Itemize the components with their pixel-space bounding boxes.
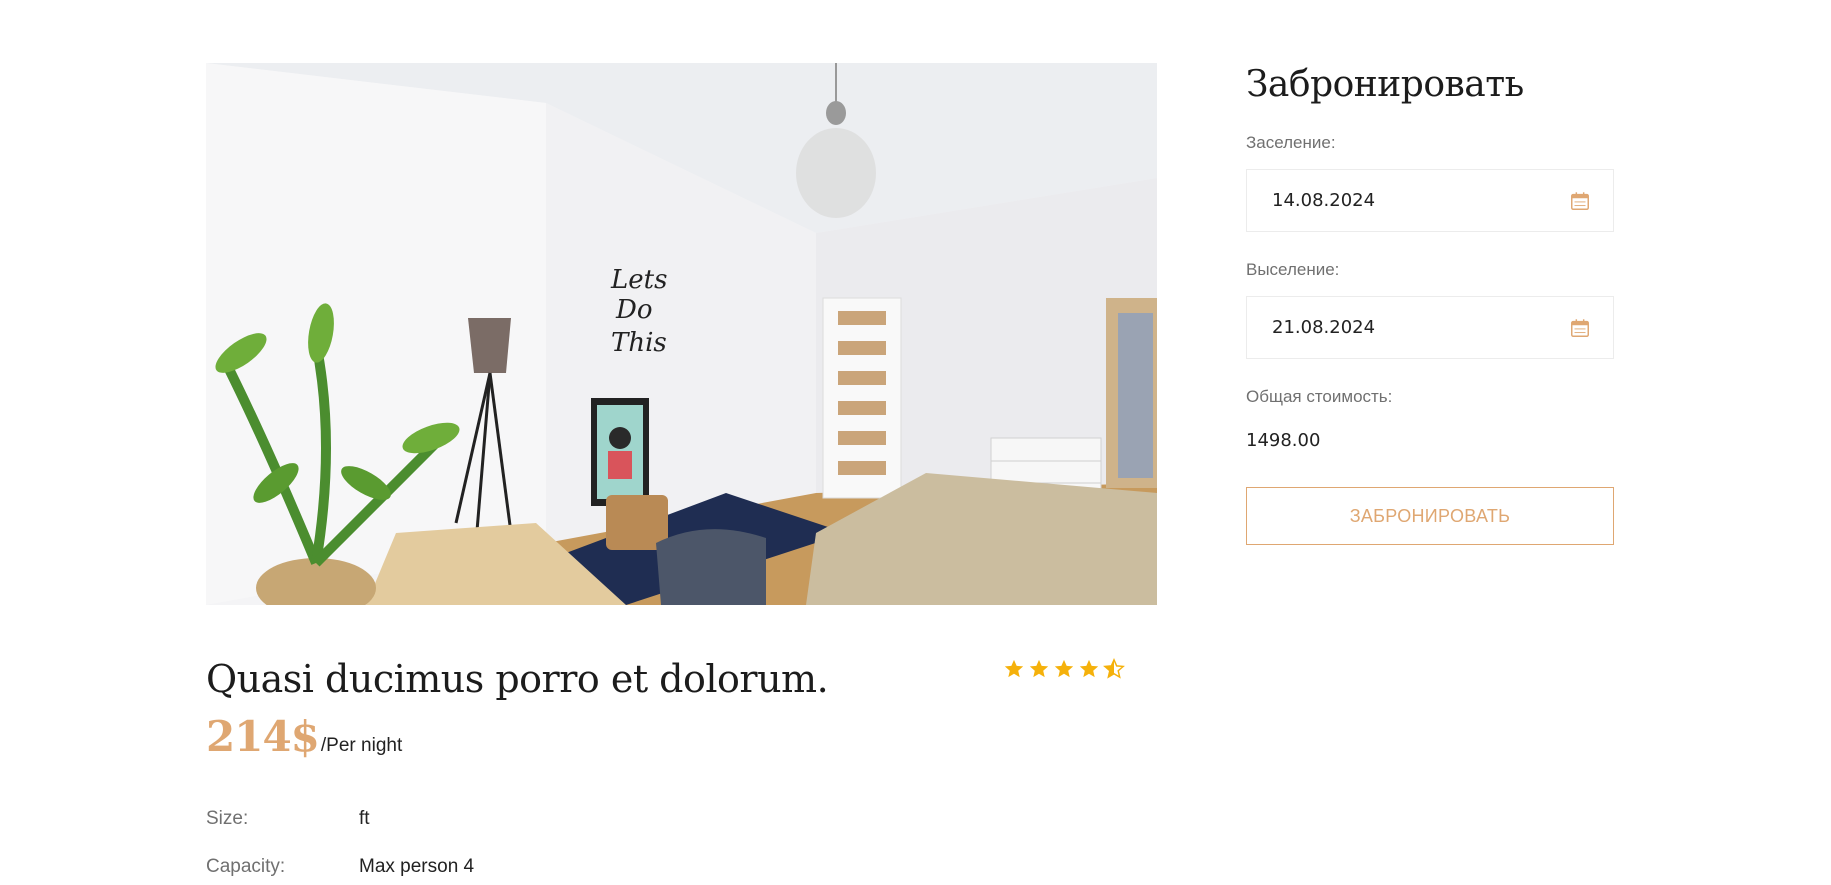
calendar-icon[interactable] xyxy=(1569,317,1591,339)
spec-label: Size: xyxy=(206,808,249,829)
checkout-date-field[interactable]: 21.08.2024 xyxy=(1246,296,1614,359)
star-icon xyxy=(1029,659,1049,678)
star-icon xyxy=(1004,659,1024,678)
checkin-date-value: 14.08.2024 xyxy=(1272,190,1376,211)
price-row: 214$ /Per night xyxy=(206,712,402,761)
spec-value: ft xyxy=(359,808,370,829)
price-unit: /Per night xyxy=(320,735,403,756)
room-photo: Lets Do This xyxy=(206,63,1157,605)
room-rating xyxy=(1003,658,1125,680)
checkin-label: Заселение: xyxy=(1246,133,1336,152)
svg-text:Lets: Lets xyxy=(610,265,667,295)
book-button[interactable]: ЗАБРОНИРОВАТЬ xyxy=(1246,487,1614,545)
checkout-label: Выселение: xyxy=(1246,260,1340,279)
svg-text:This: This xyxy=(611,328,667,358)
room-title: Quasi ducimus porro et dolorum. xyxy=(206,657,829,701)
star-icon xyxy=(1054,659,1074,678)
spec-value: Max person 4 xyxy=(359,856,475,877)
star-icon xyxy=(1079,659,1099,678)
room-specs: Size: ft Capacity: Max person 4 xyxy=(206,808,474,885)
spec-label: Capacity: xyxy=(206,856,286,877)
spec-row-capacity: Capacity: Max person 4 xyxy=(206,856,474,885)
room-price: 214$ xyxy=(206,712,320,761)
calendar-icon[interactable] xyxy=(1569,190,1591,212)
checkout-date-value: 21.08.2024 xyxy=(1272,317,1376,338)
svg-text:Do: Do xyxy=(615,295,653,325)
total-cost-label: Общая стоимость: xyxy=(1246,387,1393,406)
room-photo-illustration: Lets Do This xyxy=(206,63,1157,605)
spec-row-size: Size: ft xyxy=(206,808,474,856)
total-cost-value: 1498.00 xyxy=(1246,430,1321,451)
star-half-icon xyxy=(1103,658,1125,679)
booking-panel: Забронировать Заселение: 14.08.2024 Высе… xyxy=(1246,63,1614,545)
checkin-date-field[interactable]: 14.08.2024 xyxy=(1246,169,1614,232)
booking-title: Забронировать xyxy=(1246,64,1524,105)
